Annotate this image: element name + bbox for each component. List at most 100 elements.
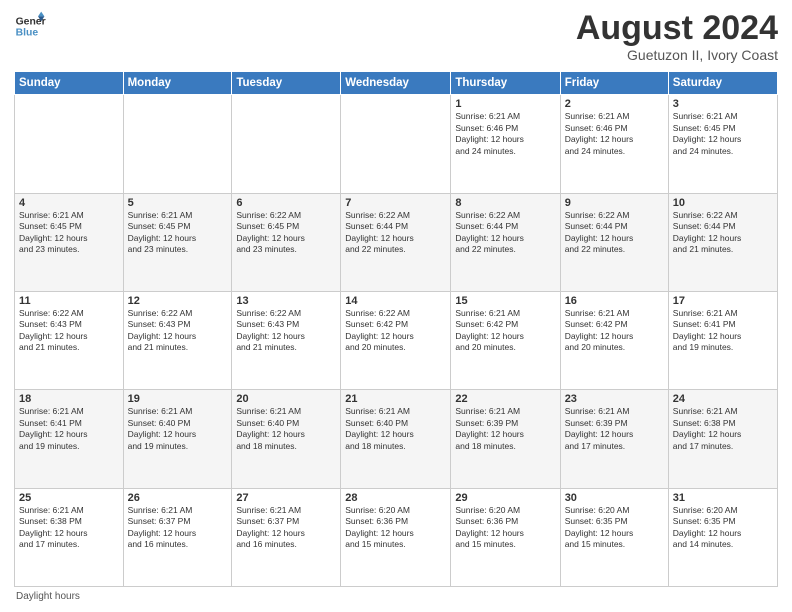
calendar-cell: [341, 95, 451, 193]
calendar-cell: 28Sunrise: 6:20 AM Sunset: 6:36 PM Dayli…: [341, 488, 451, 586]
day-number: 22: [455, 393, 555, 405]
calendar-cell: [232, 95, 341, 193]
calendar-table: SundayMondayTuesdayWednesdayThursdayFrid…: [14, 71, 778, 587]
calendar-cell: 18Sunrise: 6:21 AM Sunset: 6:41 PM Dayli…: [15, 390, 124, 488]
location-title: Guetuzon II, Ivory Coast: [576, 47, 778, 63]
day-number: 25: [19, 492, 119, 504]
day-header-sunday: Sunday: [15, 72, 124, 95]
svg-text:Blue: Blue: [16, 28, 39, 39]
day-info: Sunrise: 6:21 AM Sunset: 6:40 PM Dayligh…: [128, 406, 228, 452]
day-info: Sunrise: 6:21 AM Sunset: 6:45 PM Dayligh…: [128, 210, 228, 256]
day-info: Sunrise: 6:21 AM Sunset: 6:40 PM Dayligh…: [345, 406, 446, 452]
calendar-cell: 12Sunrise: 6:22 AM Sunset: 6:43 PM Dayli…: [123, 292, 232, 390]
calendar-cell: 14Sunrise: 6:22 AM Sunset: 6:42 PM Dayli…: [341, 292, 451, 390]
day-number: 31: [673, 492, 773, 504]
calendar-cell: 30Sunrise: 6:20 AM Sunset: 6:35 PM Dayli…: [560, 488, 668, 586]
calendar-cell: 6Sunrise: 6:22 AM Sunset: 6:45 PM Daylig…: [232, 193, 341, 291]
day-info: Sunrise: 6:21 AM Sunset: 6:45 PM Dayligh…: [19, 210, 119, 256]
day-info: Sunrise: 6:20 AM Sunset: 6:35 PM Dayligh…: [673, 505, 773, 551]
calendar-cell: 31Sunrise: 6:20 AM Sunset: 6:35 PM Dayli…: [668, 488, 777, 586]
calendar-cell: 16Sunrise: 6:21 AM Sunset: 6:42 PM Dayli…: [560, 292, 668, 390]
day-info: Sunrise: 6:21 AM Sunset: 6:46 PM Dayligh…: [455, 111, 555, 157]
day-info: Sunrise: 6:21 AM Sunset: 6:41 PM Dayligh…: [673, 308, 773, 354]
day-info: Sunrise: 6:20 AM Sunset: 6:36 PM Dayligh…: [455, 505, 555, 551]
day-number: 12: [128, 295, 228, 307]
day-info: Sunrise: 6:22 AM Sunset: 6:44 PM Dayligh…: [565, 210, 664, 256]
day-number: 17: [673, 295, 773, 307]
day-number: 29: [455, 492, 555, 504]
logo-icon: General Blue: [14, 10, 46, 42]
day-header-row: SundayMondayTuesdayWednesdayThursdayFrid…: [15, 72, 778, 95]
day-number: 3: [673, 98, 773, 110]
calendar-cell: 2Sunrise: 6:21 AM Sunset: 6:46 PM Daylig…: [560, 95, 668, 193]
calendar-cell: 7Sunrise: 6:22 AM Sunset: 6:44 PM Daylig…: [341, 193, 451, 291]
day-number: 23: [565, 393, 664, 405]
day-info: Sunrise: 6:22 AM Sunset: 6:43 PM Dayligh…: [236, 308, 336, 354]
calendar-cell: 20Sunrise: 6:21 AM Sunset: 6:40 PM Dayli…: [232, 390, 341, 488]
calendar-cell: 29Sunrise: 6:20 AM Sunset: 6:36 PM Dayli…: [451, 488, 560, 586]
calendar-cell: [15, 95, 124, 193]
calendar-cell: 24Sunrise: 6:21 AM Sunset: 6:38 PM Dayli…: [668, 390, 777, 488]
day-number: 24: [673, 393, 773, 405]
calendar-cell: [123, 95, 232, 193]
day-info: Sunrise: 6:21 AM Sunset: 6:41 PM Dayligh…: [19, 406, 119, 452]
day-number: 30: [565, 492, 664, 504]
day-info: Sunrise: 6:22 AM Sunset: 6:43 PM Dayligh…: [19, 308, 119, 354]
day-header-wednesday: Wednesday: [341, 72, 451, 95]
week-row-4: 18Sunrise: 6:21 AM Sunset: 6:41 PM Dayli…: [15, 390, 778, 488]
day-number: 18: [19, 393, 119, 405]
day-number: 28: [345, 492, 446, 504]
day-info: Sunrise: 6:21 AM Sunset: 6:37 PM Dayligh…: [128, 505, 228, 551]
calendar-cell: 27Sunrise: 6:21 AM Sunset: 6:37 PM Dayli…: [232, 488, 341, 586]
day-number: 8: [455, 197, 555, 209]
calendar-cell: 22Sunrise: 6:21 AM Sunset: 6:39 PM Dayli…: [451, 390, 560, 488]
day-info: Sunrise: 6:21 AM Sunset: 6:39 PM Dayligh…: [565, 406, 664, 452]
calendar-cell: 9Sunrise: 6:22 AM Sunset: 6:44 PM Daylig…: [560, 193, 668, 291]
week-row-1: 1Sunrise: 6:21 AM Sunset: 6:46 PM Daylig…: [15, 95, 778, 193]
calendar-cell: 1Sunrise: 6:21 AM Sunset: 6:46 PM Daylig…: [451, 95, 560, 193]
day-info: Sunrise: 6:21 AM Sunset: 6:46 PM Dayligh…: [565, 111, 664, 157]
day-info: Sunrise: 6:22 AM Sunset: 6:44 PM Dayligh…: [455, 210, 555, 256]
day-number: 26: [128, 492, 228, 504]
day-number: 7: [345, 197, 446, 209]
day-info: Sunrise: 6:21 AM Sunset: 6:42 PM Dayligh…: [565, 308, 664, 354]
day-info: Sunrise: 6:22 AM Sunset: 6:44 PM Dayligh…: [345, 210, 446, 256]
day-info: Sunrise: 6:21 AM Sunset: 6:38 PM Dayligh…: [673, 406, 773, 452]
calendar-cell: 23Sunrise: 6:21 AM Sunset: 6:39 PM Dayli…: [560, 390, 668, 488]
day-info: Sunrise: 6:21 AM Sunset: 6:42 PM Dayligh…: [455, 308, 555, 354]
day-info: Sunrise: 6:21 AM Sunset: 6:37 PM Dayligh…: [236, 505, 336, 551]
day-number: 21: [345, 393, 446, 405]
week-row-5: 25Sunrise: 6:21 AM Sunset: 6:38 PM Dayli…: [15, 488, 778, 586]
day-info: Sunrise: 6:22 AM Sunset: 6:42 PM Dayligh…: [345, 308, 446, 354]
calendar-cell: 3Sunrise: 6:21 AM Sunset: 6:45 PM Daylig…: [668, 95, 777, 193]
day-number: 13: [236, 295, 336, 307]
week-row-2: 4Sunrise: 6:21 AM Sunset: 6:45 PM Daylig…: [15, 193, 778, 291]
day-number: 10: [673, 197, 773, 209]
day-number: 9: [565, 197, 664, 209]
day-number: 15: [455, 295, 555, 307]
day-number: 2: [565, 98, 664, 110]
day-header-tuesday: Tuesday: [232, 72, 341, 95]
day-info: Sunrise: 6:20 AM Sunset: 6:35 PM Dayligh…: [565, 505, 664, 551]
footer-note: Daylight hours: [14, 591, 778, 602]
day-number: 27: [236, 492, 336, 504]
day-info: Sunrise: 6:22 AM Sunset: 6:45 PM Dayligh…: [236, 210, 336, 256]
day-number: 14: [345, 295, 446, 307]
calendar-cell: 11Sunrise: 6:22 AM Sunset: 6:43 PM Dayli…: [15, 292, 124, 390]
day-number: 6: [236, 197, 336, 209]
calendar-cell: 19Sunrise: 6:21 AM Sunset: 6:40 PM Dayli…: [123, 390, 232, 488]
day-info: Sunrise: 6:20 AM Sunset: 6:36 PM Dayligh…: [345, 505, 446, 551]
day-number: 19: [128, 393, 228, 405]
day-number: 20: [236, 393, 336, 405]
day-header-monday: Monday: [123, 72, 232, 95]
calendar-cell: 15Sunrise: 6:21 AM Sunset: 6:42 PM Dayli…: [451, 292, 560, 390]
logo: General Blue: [14, 10, 46, 42]
day-header-saturday: Saturday: [668, 72, 777, 95]
calendar-cell: 5Sunrise: 6:21 AM Sunset: 6:45 PM Daylig…: [123, 193, 232, 291]
calendar-cell: 10Sunrise: 6:22 AM Sunset: 6:44 PM Dayli…: [668, 193, 777, 291]
calendar-cell: 25Sunrise: 6:21 AM Sunset: 6:38 PM Dayli…: [15, 488, 124, 586]
calendar-cell: 17Sunrise: 6:21 AM Sunset: 6:41 PM Dayli…: [668, 292, 777, 390]
day-number: 16: [565, 295, 664, 307]
day-info: Sunrise: 6:21 AM Sunset: 6:45 PM Dayligh…: [673, 111, 773, 157]
day-info: Sunrise: 6:21 AM Sunset: 6:38 PM Dayligh…: [19, 505, 119, 551]
